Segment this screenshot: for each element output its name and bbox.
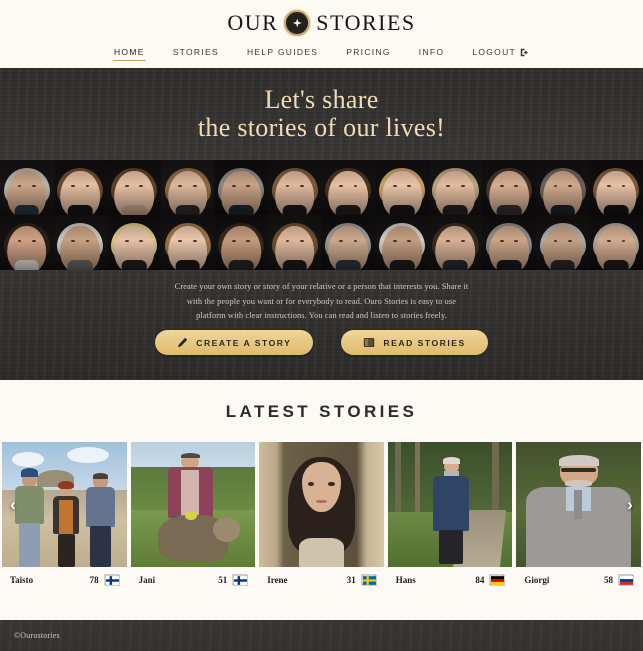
face-tile bbox=[589, 215, 643, 270]
latest-stories-section: LATEST STORIES Taisto 78 Jani 51 Irene 3… bbox=[0, 380, 643, 651]
face-tile bbox=[482, 160, 536, 215]
story-card[interactable]: Hans 84 bbox=[387, 442, 513, 586]
star-badge-icon bbox=[284, 10, 311, 36]
story-name: Hans bbox=[395, 574, 416, 585]
hero-heading-line-1: Let's share bbox=[264, 85, 379, 114]
face-tile bbox=[160, 215, 215, 270]
face-tile bbox=[53, 160, 108, 215]
face-tile bbox=[428, 160, 483, 215]
face-tile bbox=[267, 215, 322, 270]
face-tile bbox=[589, 160, 643, 215]
face-tile bbox=[160, 160, 215, 215]
create-a-story-button[interactable]: CREATE A STORY bbox=[155, 330, 314, 355]
face-tile bbox=[0, 160, 54, 215]
site-logo[interactable]: OUR STORIES bbox=[0, 0, 643, 36]
face-tile bbox=[214, 160, 268, 215]
story-card-meta: Taisto 78 bbox=[2, 567, 127, 586]
pencil-icon bbox=[177, 337, 188, 348]
story-name: Taisto bbox=[10, 574, 34, 585]
face-tile bbox=[482, 215, 536, 270]
story-age: 84 bbox=[475, 574, 485, 585]
hero-section: Let's share the stories of our lives! Cr… bbox=[0, 68, 643, 380]
flag-sweden-icon bbox=[360, 574, 377, 586]
face-tile bbox=[535, 160, 590, 215]
logout-label: LOGOUT bbox=[472, 47, 517, 57]
face-tile bbox=[321, 160, 376, 215]
logout-exit-icon bbox=[520, 48, 529, 57]
copyright-text: ©Ourostories bbox=[14, 631, 60, 640]
story-photo-hans bbox=[387, 442, 513, 567]
nav-item-info[interactable]: INFO bbox=[418, 44, 446, 61]
story-card-meta: Irene 31 bbox=[259, 567, 384, 586]
story-age: 31 bbox=[346, 574, 356, 585]
face-tile bbox=[428, 215, 483, 270]
nav-item-home[interactable]: HOME bbox=[112, 44, 146, 61]
read-stories-label: READ STORIES bbox=[383, 337, 466, 348]
story-card[interactable]: Irene 31 bbox=[259, 442, 384, 586]
face-tile bbox=[107, 215, 161, 270]
nav-item-stories[interactable]: STORIES bbox=[172, 44, 220, 61]
site-footer: ©Ourostories bbox=[0, 620, 643, 651]
story-card[interactable]: Jani 51 bbox=[130, 442, 256, 586]
face-tile bbox=[107, 160, 161, 215]
nav-item-logout[interactable]: LOGOUT bbox=[471, 44, 530, 61]
faces-mosaic bbox=[0, 160, 643, 270]
stories-card-list: Taisto 78 Jani 51 Irene 31 Hans 84 Giorg… bbox=[0, 442, 643, 586]
main-nav: HOME STORIES HELP GUIDES PRICING INFO LO… bbox=[0, 44, 643, 61]
carousel-prev-button[interactable]: ‹ bbox=[2, 494, 24, 516]
logo-text-left: OUR bbox=[227, 10, 279, 35]
carousel-next-button[interactable]: › bbox=[619, 494, 641, 516]
site-header: OUR STORIES HOME STORIES HELP GUIDES PRI… bbox=[0, 0, 643, 68]
flag-finland-icon bbox=[103, 574, 120, 586]
story-card-meta: Giorgi 58 bbox=[516, 567, 641, 586]
face-tile bbox=[53, 215, 108, 270]
hero-paragraph: Create your own story or story of your r… bbox=[174, 282, 469, 321]
story-age: 58 bbox=[603, 574, 613, 585]
stories-carousel: Taisto 78 Jani 51 Irene 31 Hans 84 Giorg… bbox=[0, 442, 643, 586]
story-name: Irene bbox=[267, 574, 288, 585]
book-icon bbox=[363, 337, 375, 348]
face-tile bbox=[321, 215, 376, 270]
face-tile bbox=[214, 215, 268, 270]
nav-item-pricing[interactable]: PRICING bbox=[345, 44, 392, 61]
face-tile bbox=[0, 215, 54, 270]
flag-finland-icon bbox=[232, 574, 249, 586]
face-tile bbox=[535, 215, 590, 270]
hero-heading-line-2: the stories of our lives! bbox=[197, 113, 446, 143]
story-name: Jani bbox=[138, 574, 156, 585]
create-a-story-label: CREATE A STORY bbox=[196, 337, 292, 348]
story-age: 78 bbox=[89, 574, 99, 585]
nav-item-help-guides[interactable]: HELP GUIDES bbox=[246, 44, 319, 61]
story-photo-jani bbox=[130, 442, 256, 567]
logo-text-right: STORIES bbox=[316, 10, 416, 35]
story-card-meta: Hans 84 bbox=[388, 567, 513, 586]
flag-germany-icon bbox=[489, 574, 506, 586]
latest-stories-title: LATEST STORIES bbox=[225, 402, 418, 421]
read-stories-button[interactable]: READ STORIES bbox=[341, 330, 488, 355]
hero-heading: Let's share the stories of our lives! bbox=[0, 68, 643, 142]
story-name: Giorgi bbox=[524, 574, 550, 585]
face-tile bbox=[375, 160, 429, 215]
story-photo-irene bbox=[259, 442, 384, 567]
face-tile bbox=[375, 215, 429, 270]
story-card-meta: Jani 51 bbox=[131, 567, 256, 586]
flag-russia-icon bbox=[617, 574, 634, 586]
hero-actions: CREATE A STORY READ STORIES bbox=[0, 330, 643, 355]
page-root: OUR STORIES HOME STORIES HELP GUIDES PRI… bbox=[0, 0, 643, 651]
face-tile bbox=[267, 160, 322, 215]
story-age: 51 bbox=[218, 574, 228, 585]
